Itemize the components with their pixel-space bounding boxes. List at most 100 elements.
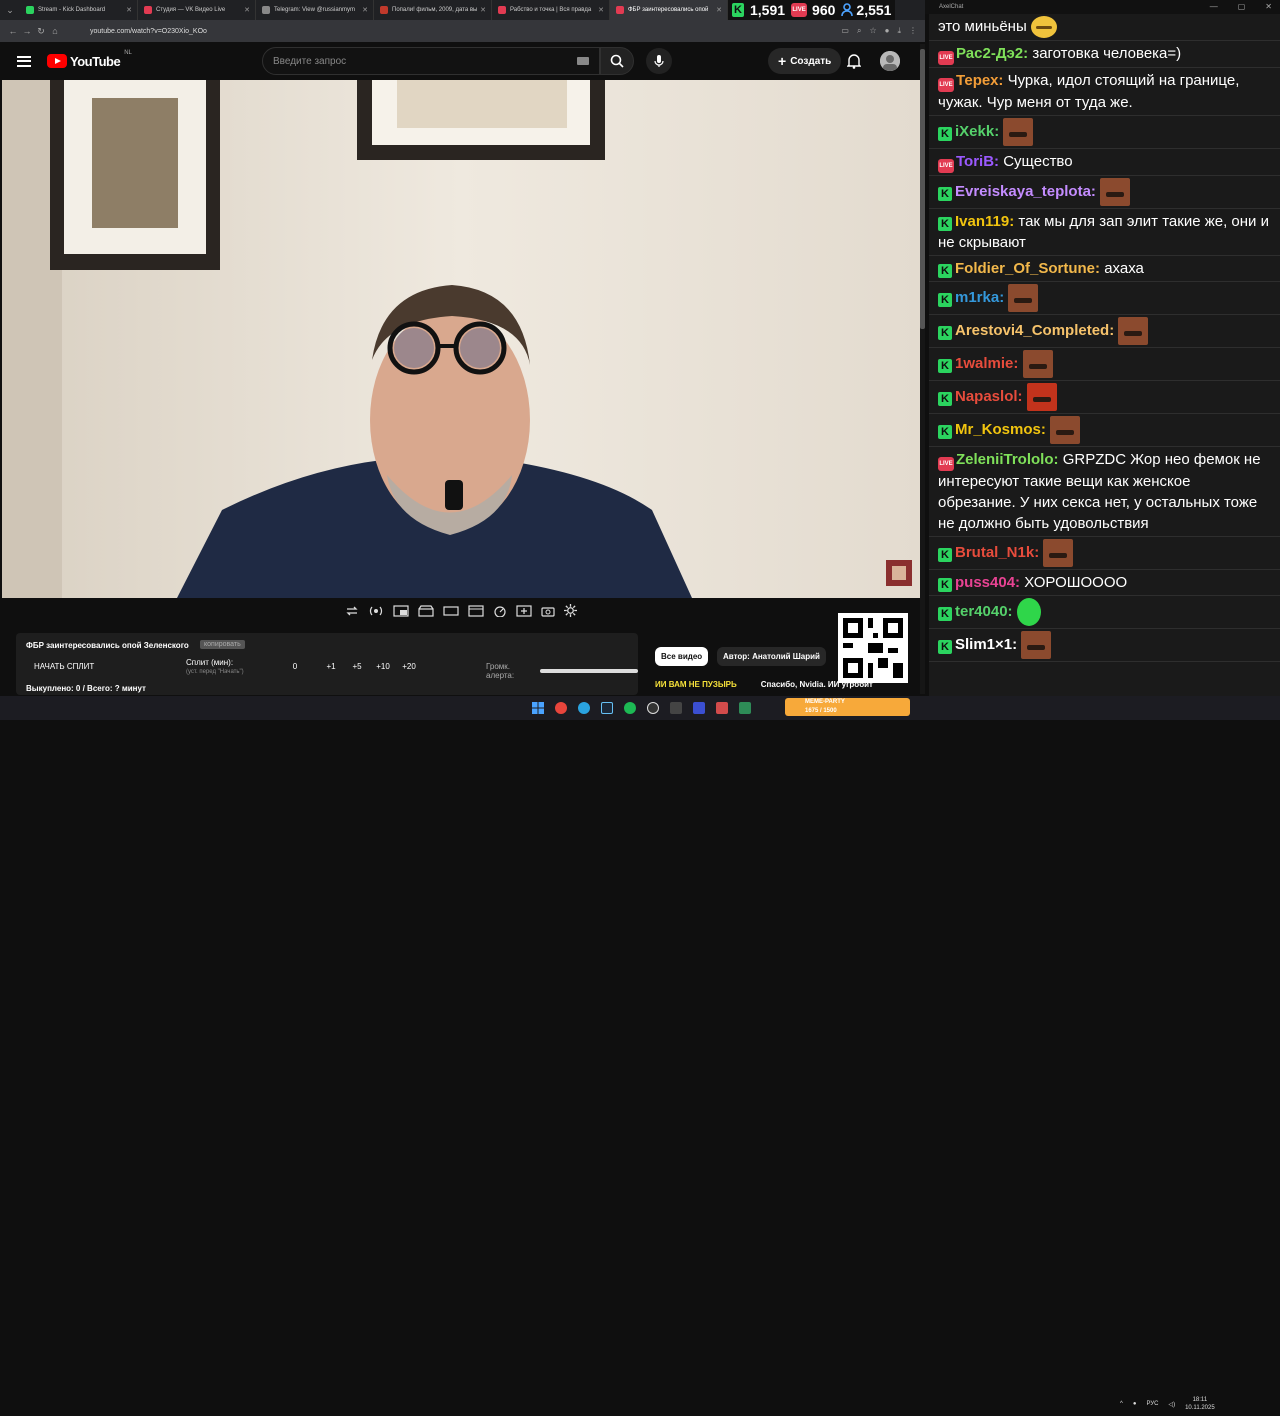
chat-message: K Mr_Kosmos:	[929, 414, 1280, 448]
copy-chip[interactable]: копировать	[200, 640, 245, 649]
notifications-bell-icon[interactable]	[847, 53, 861, 69]
home-icon[interactable]: ⌂	[48, 26, 62, 36]
spotify-icon[interactable]	[624, 702, 636, 714]
mic-tray-icon[interactable]: ●	[1133, 1401, 1137, 1407]
chat-nickname[interactable]: iXekk:	[955, 123, 999, 140]
plus-20-button[interactable]: +20	[396, 662, 422, 671]
back-icon[interactable]: ←	[6, 26, 20, 36]
extension-icon[interactable]: ●	[885, 26, 890, 36]
browser-tab[interactable]: Stream - Kick Dashboard ✕	[20, 0, 138, 20]
reload-icon[interactable]: ↻	[34, 26, 48, 37]
chrome-icon[interactable]	[555, 702, 567, 714]
author-chip[interactable]: Автор: Анатолий Шарий	[717, 647, 826, 666]
all-videos-chip[interactable]: Все видео	[655, 647, 709, 666]
tab-close-icon[interactable]: ✕	[126, 6, 132, 14]
app-icon-b[interactable]	[693, 702, 705, 714]
tab-close-icon[interactable]: ✕	[598, 6, 604, 14]
chat-nickname[interactable]: Mr_Kosmos:	[955, 421, 1046, 438]
page-scrollbar[interactable]	[920, 44, 925, 694]
chat-emote-icon	[1026, 383, 1057, 412]
menu-dots-icon[interactable]: ⋮	[909, 26, 917, 36]
url-field[interactable]: youtube.com/watch?v=O230Xio_KOo	[82, 24, 841, 38]
keyboard-icon[interactable]	[577, 57, 589, 65]
loop-icon[interactable]	[345, 605, 359, 617]
create-button[interactable]: + Создать	[768, 48, 842, 74]
obs-icon[interactable]	[647, 702, 659, 714]
chat-nickname[interactable]: 1walmie:	[955, 355, 1018, 372]
chat-message: Kpuss404: ХОРОШОООО	[929, 570, 1280, 597]
windows-start-icon[interactable]	[532, 702, 544, 714]
chat-nickname[interactable]: Brutal_N1k:	[955, 544, 1039, 561]
viewer-stats: K 1,591 LIVE 960 2,551	[728, 0, 896, 20]
chat-nickname[interactable]: Napaslol:	[955, 388, 1023, 405]
chat-nickname[interactable]: ter4040:	[955, 603, 1013, 620]
kick-icon: K	[938, 293, 952, 307]
browser-tab[interactable]: Telegram: View @russianmym ✕	[256, 0, 374, 20]
split-minutes-label: Сплит (мин): (уст. перед "Начать")	[186, 658, 244, 675]
chat-message: K Evreiskaya_teplota:	[929, 176, 1280, 210]
theater-icon[interactable]	[443, 605, 459, 617]
browser-tab[interactable]: Рабство и точка | Вся правда ✕	[492, 0, 610, 20]
start-split-button[interactable]: НАЧАТЬ СПЛИТ	[34, 662, 94, 671]
app-icon-a[interactable]	[670, 702, 682, 714]
chat-nickname[interactable]: ToriB:	[956, 153, 999, 170]
sold-minutes: Выкуплено: 0 / Всего: ? минут	[26, 684, 146, 693]
chat-nickname[interactable]: ZeleniiTrololo:	[956, 451, 1059, 468]
search-button[interactable]	[600, 47, 634, 75]
screenshot-icon[interactable]	[541, 605, 555, 617]
tab-close-icon[interactable]: ✕	[362, 6, 368, 14]
volume-tray-icon[interactable]: ◁)	[1168, 1401, 1175, 1408]
steam-icon[interactable]	[601, 702, 613, 714]
browser-tab[interactable]: ФБР заинтересовались опой ✕	[610, 0, 728, 20]
close-icon[interactable]: ✕	[1265, 0, 1272, 14]
minimize-icon[interactable]: —	[1210, 0, 1218, 14]
tab-close-icon[interactable]: ✕	[244, 6, 250, 14]
chat-nickname[interactable]: Терех:	[956, 72, 1003, 89]
speed-icon[interactable]	[493, 605, 507, 617]
telegram-icon[interactable]	[578, 702, 590, 714]
menu-icon[interactable]	[17, 55, 31, 67]
youtube-logo[interactable]: YouTube NL	[47, 50, 132, 69]
app-icon-d[interactable]	[739, 702, 751, 714]
chat-nickname[interactable]: m1rka:	[955, 289, 1004, 306]
plus-10-button[interactable]: +10	[370, 662, 396, 671]
tab-close-icon[interactable]: ✕	[480, 6, 486, 14]
plus-5-button[interactable]: +5	[344, 662, 370, 671]
chat-nickname[interactable]: puss404:	[955, 574, 1020, 591]
account-avatar[interactable]	[880, 51, 900, 71]
install-icon[interactable]: ▭	[841, 26, 849, 36]
chat-nickname[interactable]: Slim1×1:	[955, 636, 1017, 653]
app-icon-c[interactable]	[716, 702, 728, 714]
browser-tab[interactable]: Попали! фильм, 2009, дата вы ✕	[374, 0, 492, 20]
clapper-icon[interactable]	[418, 604, 434, 617]
chat-emote-icon	[1030, 16, 1057, 39]
chat-nickname[interactable]: Evreiskaya_teplota:	[955, 183, 1096, 200]
miniplayer-icon[interactable]	[393, 604, 409, 617]
chat-nickname[interactable]: Ivan119:	[955, 213, 1014, 230]
search-input[interactable]: Введите запрос	[262, 47, 600, 75]
maximize-icon[interactable]: ▢	[1238, 0, 1246, 14]
alert-volume-slider[interactable]	[540, 669, 638, 673]
browser-tab[interactable]: Студия — VK Видео Live ✕	[138, 0, 256, 20]
voice-search-button[interactable]	[646, 48, 672, 74]
video-player[interactable]	[2, 80, 920, 598]
broadcast-icon[interactable]	[368, 605, 384, 617]
forward-icon[interactable]: →	[20, 26, 34, 36]
tab-list-icon[interactable]: ⌄	[0, 5, 20, 16]
tray-chevron-icon[interactable]: ^	[1120, 1401, 1123, 1407]
split-value[interactable]: 0	[282, 662, 308, 671]
lang-indicator[interactable]: РУС	[1146, 1401, 1158, 1407]
add-to-queue-icon[interactable]	[516, 604, 532, 617]
bookmark-star-icon[interactable]: ☆	[869, 26, 876, 36]
clock[interactable]: 18:11 10.11.2025	[1185, 1396, 1215, 1412]
tab-close-icon[interactable]: ✕	[716, 6, 722, 14]
chat-nickname[interactable]: Foldier_Of_Sortune:	[955, 260, 1100, 277]
chat-nickname[interactable]: Arestovi4_Completed:	[955, 322, 1114, 339]
settings-gear-icon[interactable]	[564, 604, 577, 617]
chat-panel[interactable]: это миньёны LIVE Рас2-Дэ2: заготовка чело…	[929, 14, 1280, 696]
chat-nickname[interactable]: Рас2-Дэ2:	[956, 45, 1028, 62]
download-icon[interactable]: ⤓	[897, 26, 901, 36]
zoom-icon[interactable]: ⌕	[857, 26, 861, 36]
film-icon[interactable]	[468, 604, 484, 617]
plus-1-button[interactable]: +1	[318, 662, 344, 671]
